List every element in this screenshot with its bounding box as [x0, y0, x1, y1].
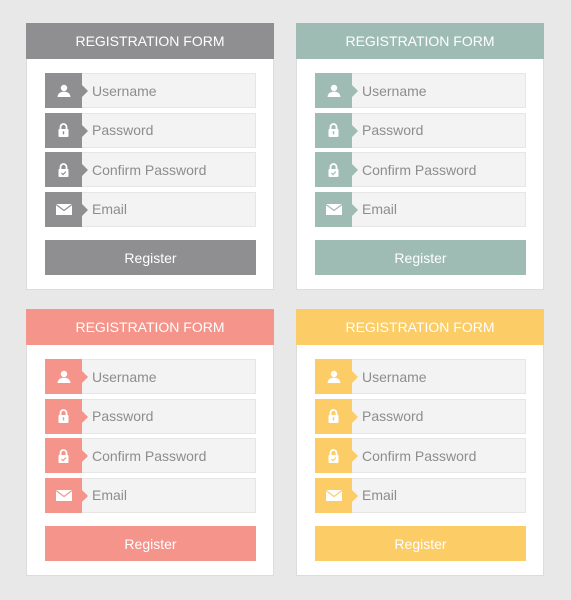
- email-field-row: [315, 191, 526, 227]
- confirm-password-input[interactable]: [362, 153, 512, 186]
- register-button[interactable]: Register: [45, 240, 256, 275]
- lock-icon: [315, 398, 358, 434]
- register-button[interactable]: Register: [315, 240, 526, 275]
- email-field-row: [45, 477, 256, 513]
- lock-check-icon: [315, 152, 358, 187]
- email-input[interactable]: [362, 192, 512, 226]
- envelope-icon: [45, 191, 88, 227]
- confirm-password-field-row: [315, 438, 526, 473]
- username-input[interactable]: [362, 74, 512, 107]
- email-input[interactable]: [362, 478, 512, 512]
- password-field-row: [45, 398, 256, 434]
- user-icon: [315, 73, 358, 108]
- envelope-icon: [315, 191, 358, 227]
- username-field-row: [45, 73, 256, 108]
- username-input[interactable]: [362, 360, 512, 393]
- fields-list: [315, 73, 526, 231]
- username-field-row: [45, 359, 256, 394]
- confirm-password-field-row: [45, 152, 256, 187]
- form-title: REGISTRATION FORM: [296, 23, 544, 59]
- confirm-password-field-row: [45, 438, 256, 473]
- password-field-row: [45, 112, 256, 148]
- fields-list: [315, 359, 526, 517]
- email-input[interactable]: [92, 192, 242, 226]
- form-title: REGISTRATION FORM: [296, 309, 544, 345]
- password-field-row: [315, 398, 526, 434]
- form-title: REGISTRATION FORM: [26, 309, 274, 345]
- password-input[interactable]: [92, 113, 242, 147]
- username-input[interactable]: [92, 360, 242, 393]
- confirm-password-input[interactable]: [92, 439, 242, 472]
- registration-card-salmon: REGISTRATION FORM Register: [26, 309, 274, 576]
- lock-check-icon: [315, 438, 358, 473]
- fields-list: [45, 73, 256, 231]
- confirm-password-input[interactable]: [92, 153, 242, 186]
- confirm-password-input[interactable]: [362, 439, 512, 472]
- username-field-row: [315, 73, 526, 108]
- user-icon: [315, 359, 358, 394]
- password-input[interactable]: [362, 113, 512, 147]
- registration-card-yellow: REGISTRATION FORM Register: [296, 309, 544, 576]
- fields-list: [45, 359, 256, 517]
- lock-icon: [315, 112, 358, 148]
- envelope-icon: [45, 477, 88, 513]
- email-input[interactable]: [92, 478, 242, 512]
- confirm-password-field-row: [315, 152, 526, 187]
- user-icon: [45, 359, 88, 394]
- email-field-row: [45, 191, 256, 227]
- envelope-icon: [315, 477, 358, 513]
- form-title: REGISTRATION FORM: [26, 23, 274, 59]
- register-button[interactable]: Register: [45, 526, 256, 561]
- lock-icon: [45, 112, 88, 148]
- password-input[interactable]: [362, 399, 512, 433]
- register-button[interactable]: Register: [315, 526, 526, 561]
- user-icon: [45, 73, 88, 108]
- password-field-row: [315, 112, 526, 148]
- email-field-row: [315, 477, 526, 513]
- username-input[interactable]: [92, 74, 242, 107]
- lock-icon: [45, 398, 88, 434]
- lock-check-icon: [45, 152, 88, 187]
- password-input[interactable]: [92, 399, 242, 433]
- registration-card-gray: REGISTRATION FORM Register: [26, 23, 274, 290]
- username-field-row: [315, 359, 526, 394]
- registration-card-sage: REGISTRATION FORM Register: [296, 23, 544, 290]
- lock-check-icon: [45, 438, 88, 473]
